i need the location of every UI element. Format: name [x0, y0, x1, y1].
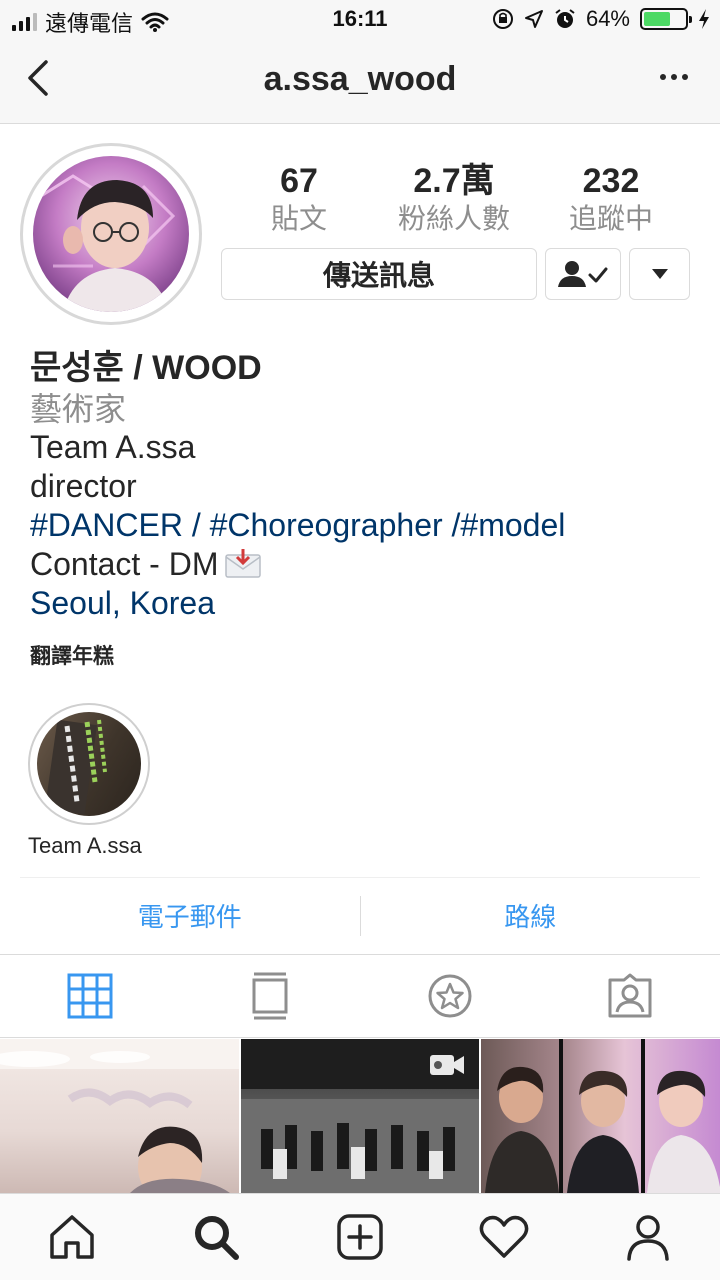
post-image-cafe	[0, 1039, 239, 1193]
followers-label: 粉絲人數	[397, 203, 510, 234]
status-bar: 遠傳電信 16:11 64%	[0, 0, 720, 40]
status-icons: 64%	[492, 6, 710, 32]
profile-category: 藝術家	[30, 391, 127, 427]
nav-activity-button[interactable]	[432, 1194, 576, 1280]
grid-icon	[67, 973, 113, 1019]
bio-line-team: Team A.ssa	[30, 429, 196, 465]
following-count: 232	[582, 162, 640, 200]
posts-count-stat[interactable]: 67 貼文	[229, 160, 369, 236]
person-check-icon	[558, 261, 608, 287]
bio-location[interactable]: Seoul, Korea	[30, 584, 690, 623]
battery-icon	[640, 8, 692, 30]
profile-content-tabs	[0, 954, 720, 1038]
home-icon	[50, 1215, 94, 1259]
profile-icon	[627, 1215, 669, 1261]
bio-contact-text: Contact - DM	[30, 546, 219, 582]
heart-icon	[479, 1215, 529, 1258]
more-horizontal-icon	[660, 74, 666, 80]
bottom-navigation-bar	[0, 1193, 720, 1280]
avatar-photo	[33, 156, 189, 312]
following-label: 追蹤中	[568, 203, 653, 234]
video-camera-icon	[430, 1055, 465, 1075]
story-highlight-label: Team A.ssa	[28, 833, 142, 858]
profile-avatar[interactable]	[20, 143, 202, 325]
story-highlight[interactable]	[28, 703, 150, 825]
post-thumbnail[interactable]	[481, 1039, 720, 1193]
nav-home-button[interactable]	[0, 1194, 144, 1280]
followers-count: 2.7萬	[413, 162, 495, 200]
tagged-person-icon	[608, 973, 652, 1018]
incoming-envelope-icon	[225, 549, 262, 578]
nav-add-post-button[interactable]	[288, 1194, 432, 1280]
bio-line-role: director	[30, 468, 137, 504]
location-arrow-icon	[524, 10, 543, 28]
translate-bio-link[interactable]: 翻譯年糕	[30, 640, 114, 670]
orientation-lock-icon	[492, 9, 513, 29]
post-thumbnail[interactable]	[0, 1039, 239, 1193]
following-count-stat[interactable]: 232 追蹤中	[541, 160, 681, 236]
alarm-icon	[555, 9, 575, 28]
profile-username-title: a.ssa_wood	[263, 60, 457, 98]
tab-feed-list[interactable]	[180, 955, 360, 1037]
posts-label: 貼文	[270, 203, 327, 234]
contact-options-row: 電子郵件 路線	[20, 877, 700, 953]
bio-contact-line: Contact - DM	[30, 545, 690, 584]
post-thumbnail[interactable]	[240, 1039, 480, 1193]
suggested-dropdown-button[interactable]	[629, 248, 690, 300]
tab-grid[interactable]	[0, 955, 180, 1037]
charging-bolt-icon	[699, 9, 709, 29]
directions-button[interactable]: 路線	[361, 897, 701, 934]
bio-hashtags[interactable]: #DANCER / #Choreographer /#model	[30, 506, 690, 545]
tab-tagged[interactable]	[540, 955, 720, 1037]
profile-bio: 문성훈 / WOOD 藝術家 Team A.ssa director #DANC…	[30, 346, 690, 623]
caret-down-icon	[651, 269, 668, 279]
avatar-person-illustration	[40, 174, 176, 312]
battery-percent: 64%	[585, 6, 630, 31]
feed-list-icon	[252, 972, 288, 1020]
profile-full-name: 문성훈 / WOOD	[30, 349, 262, 387]
posts-grid	[0, 1039, 720, 1193]
nav-profile-button[interactable]	[576, 1194, 720, 1280]
post-image-group-portraits	[485, 1039, 720, 1193]
posts-count: 67	[280, 162, 318, 200]
highlight-cover-art	[44, 719, 107, 815]
email-button[interactable]: 電子郵件	[20, 897, 360, 934]
add-post-icon	[337, 1214, 383, 1260]
tab-saved-guides[interactable]	[360, 955, 540, 1037]
send-message-button[interactable]: 傳送訊息	[221, 248, 537, 300]
more-options-button[interactable]	[654, 62, 694, 92]
story-highlight-cover	[37, 712, 141, 816]
following-button[interactable]	[545, 248, 621, 300]
search-icon	[195, 1216, 239, 1260]
star-circle-icon	[428, 974, 472, 1018]
followers-count-stat[interactable]: 2.7萬 粉絲人數	[384, 160, 524, 236]
navigation-bar: a.ssa_wood	[0, 40, 720, 124]
nav-search-button[interactable]	[144, 1194, 288, 1280]
